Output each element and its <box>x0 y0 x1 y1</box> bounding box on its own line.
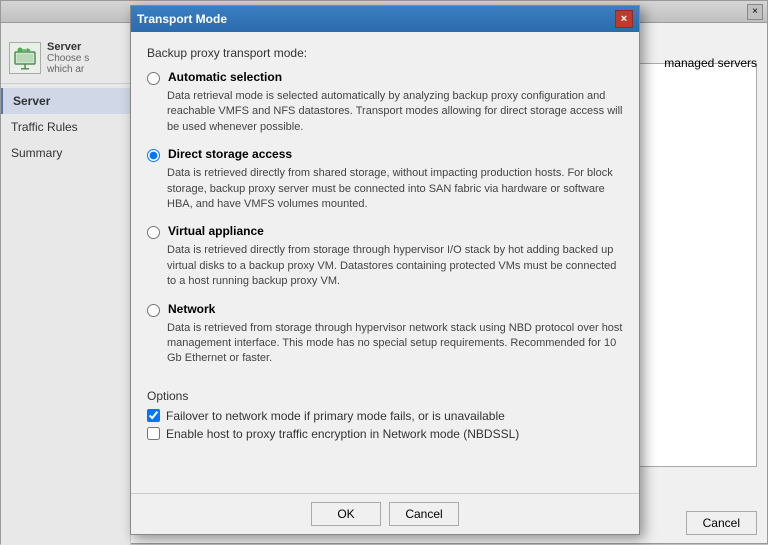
sidebar-item-server[interactable]: Server <box>1 88 130 114</box>
checkbox-failover-label[interactable]: Failover to network mode if primary mode… <box>166 409 505 423</box>
radio-virtual-desc: Data is retrieved directly from storage … <box>167 243 623 289</box>
checkbox-encryption[interactable] <box>147 427 160 440</box>
radio-virtual-label[interactable]: Virtual appliance <box>168 224 264 238</box>
radio-auto-desc: Data retrieval mode is selected automati… <box>167 89 623 135</box>
ok-button[interactable]: OK <box>311 502 381 526</box>
checkbox-encryption-label[interactable]: Enable host to proxy traffic encryption … <box>166 427 519 441</box>
modal-section-label: Backup proxy transport mode: <box>147 46 623 60</box>
modal-title: Transport Mode <box>137 12 227 26</box>
bg-sidebar-header: Server Choose s which ar <box>1 33 130 84</box>
bg-sidebar: Server Choose s which ar Server Traffic … <box>1 23 131 545</box>
sidebar-item-summary[interactable]: Summary <box>1 140 130 166</box>
server-icon <box>9 42 41 74</box>
modal-body: Backup proxy transport mode: Automatic s… <box>131 32 639 493</box>
cancel-button[interactable]: Cancel <box>389 502 459 526</box>
options-label: Options <box>147 389 623 403</box>
radio-direct[interactable] <box>147 149 160 162</box>
radio-direct-label[interactable]: Direct storage access <box>168 147 292 161</box>
radio-option-virtual: Virtual appliance <box>147 224 623 239</box>
transport-mode-dialog: Transport Mode × Backup proxy transport … <box>130 5 640 535</box>
radio-virtual[interactable] <box>147 226 160 239</box>
radio-network-label[interactable]: Network <box>168 302 215 316</box>
bg-server-sub2: which ar <box>47 64 89 75</box>
modal-footer: OK Cancel <box>131 493 639 534</box>
modal-titlebar: Transport Mode × <box>131 6 639 32</box>
managed-servers-text: managed servers <box>664 56 757 70</box>
radio-direct-desc: Data is retrieved directly from shared s… <box>167 166 623 212</box>
checkbox-failover-row: Failover to network mode if primary mode… <box>147 409 623 423</box>
radio-network-desc: Data is retrieved from storage through h… <box>167 321 623 367</box>
radio-option-network: Network <box>147 302 623 317</box>
radio-auto-label[interactable]: Automatic selection <box>168 70 282 84</box>
radio-network[interactable] <box>147 304 160 317</box>
radio-auto[interactable] <box>147 72 160 85</box>
options-section: Options Failover to network mode if prim… <box>147 389 623 445</box>
radio-option-auto: Automatic selection <box>147 70 623 85</box>
checkbox-failover[interactable] <box>147 409 160 422</box>
sidebar-item-traffic-rules[interactable]: Traffic Rules <box>1 114 130 140</box>
bg-footer: Cancel <box>686 511 757 535</box>
radio-option-direct: Direct storage access <box>147 147 623 162</box>
bg-cancel-button[interactable]: Cancel <box>686 511 757 535</box>
bg-server-sub1: Choose s <box>47 53 89 64</box>
bg-close-button[interactable]: × <box>747 4 763 20</box>
modal-close-button[interactable]: × <box>615 10 633 28</box>
bg-server-info: Server Choose s which ar <box>47 41 89 75</box>
checkbox-encryption-row: Enable host to proxy traffic encryption … <box>147 427 623 441</box>
bg-server-title: Server <box>47 41 89 53</box>
